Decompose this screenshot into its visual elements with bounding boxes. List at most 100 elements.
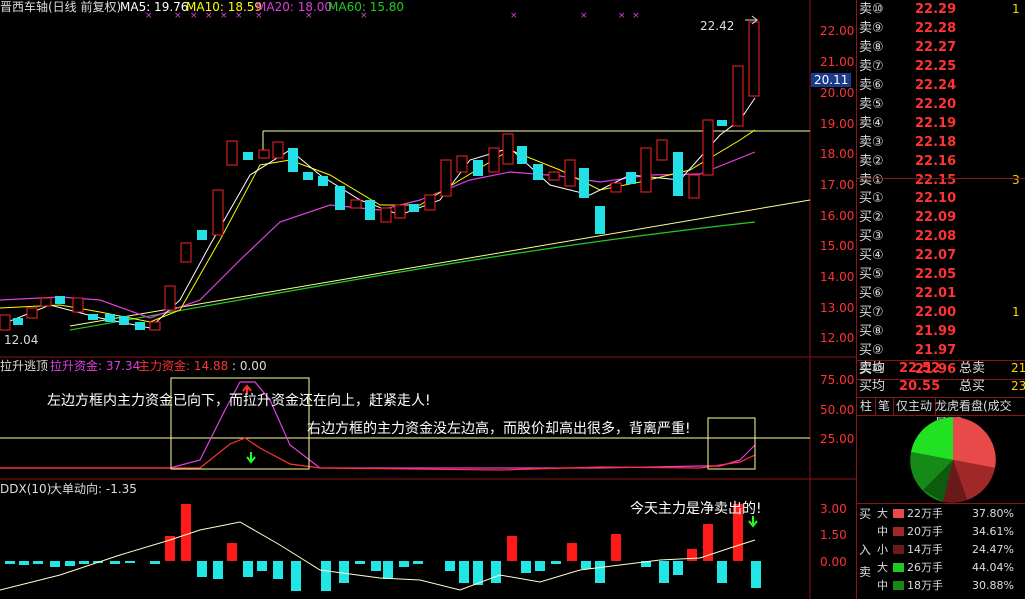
ddx-bar — [150, 561, 160, 564]
ddx-bar — [79, 561, 89, 564]
level-price: 22.01 — [915, 286, 957, 301]
big-order-label: 大单动向: -1.35 — [50, 482, 137, 496]
price-tick: 21.00 — [820, 55, 855, 69]
level-price: 22.08 — [915, 229, 957, 244]
ddx-bar — [125, 561, 135, 563]
ddx-bar — [611, 534, 621, 561]
flow-amount: 26万手 — [907, 561, 943, 574]
buy-level-row[interactable]: 买⑧ 21.99 — [857, 322, 1025, 341]
price-tick: 22.00 — [820, 24, 855, 38]
ddx-bar — [473, 561, 483, 585]
tab-dragon-tiger[interactable]: 龙虎看盘(成交量/成 — [932, 398, 1025, 430]
level-label: 卖⑦ — [859, 59, 884, 74]
level-label: 买⑤ — [859, 267, 884, 282]
level-price: 22.09 — [915, 210, 957, 225]
tab-pen[interactable]: 笔 — [875, 398, 895, 415]
buy-level-row[interactable]: 买⑤ 22.05 — [857, 265, 1025, 284]
level-price: 22.15 — [915, 173, 957, 188]
total-buy-label: 总买 — [959, 379, 986, 394]
right-box — [707, 417, 756, 470]
buy-level-row[interactable]: 买⑨ 21.97 — [857, 341, 1025, 360]
candle — [13, 318, 23, 325]
ddx-bar — [181, 504, 191, 561]
buy-avg-value: 20.55 — [899, 379, 941, 394]
current-price-tag: 20.11 — [811, 73, 852, 87]
candle — [626, 172, 636, 184]
level-volume: 1 — [1012, 305, 1020, 319]
ind1-tick: 25.00 — [820, 432, 855, 446]
high-marker: 22.42 — [700, 19, 735, 33]
level-price: 22.10 — [915, 191, 957, 206]
sell-level-row[interactable]: 卖⑥ 22.24 — [857, 76, 1025, 95]
flow-swatch — [893, 581, 904, 590]
fund-flow-row: 中 18万手 30.88% — [857, 577, 1025, 594]
buy-level-row[interactable]: 买② 22.09 — [857, 208, 1025, 227]
level-price: 22.25 — [915, 59, 957, 74]
sell-avg-value: 22.52 — [899, 361, 941, 376]
buy-level-row[interactable]: 买④ 22.07 — [857, 246, 1025, 265]
level-price: 21.99 — [915, 324, 957, 339]
buy-level-row[interactable]: 买① 22.10 — [857, 189, 1025, 208]
candle — [288, 148, 298, 172]
candle — [135, 322, 145, 330]
extra-label: : 0.00 — [232, 359, 267, 373]
sell-level-row[interactable]: 卖⑤ 22.20 — [857, 95, 1025, 114]
ddx-bar — [65, 561, 75, 566]
flow-swatch — [893, 545, 904, 554]
level-price: 22.20 — [915, 97, 957, 112]
sell-level-row[interactable]: 卖③ 22.18 — [857, 133, 1025, 152]
candle — [409, 204, 419, 212]
tab-active-only[interactable]: 仅主动 — [893, 398, 937, 415]
buy-level-row[interactable]: 买③ 22.08 — [857, 227, 1025, 246]
candle — [548, 171, 560, 181]
tab-bar[interactable]: 柱 — [857, 398, 877, 415]
level-label: 买⑦ — [859, 305, 884, 320]
ddx-bar — [567, 543, 577, 561]
ddx-bar — [581, 561, 591, 569]
level-price: 22.27 — [915, 40, 957, 55]
sell-level-row[interactable]: 卖① 22.15 3 — [857, 171, 1025, 190]
sell-side-label: 卖 — [859, 565, 872, 579]
candle — [488, 147, 500, 173]
candle — [673, 152, 683, 196]
ind2-name: DDX(10) — [0, 482, 52, 496]
level-price: 22.28 — [915, 21, 957, 36]
level-label: 卖③ — [859, 135, 884, 150]
flow-amount: 22万手 — [907, 507, 943, 520]
level-price: 22.29 — [915, 2, 957, 17]
level-price: 22.24 — [915, 78, 957, 93]
flow-amount: 20万手 — [907, 525, 943, 538]
buy-avg-label: 买均 — [859, 379, 886, 394]
flow-amount: 18万手 — [907, 579, 943, 592]
candle — [456, 155, 468, 173]
sell-level-row[interactable]: 卖⑨ 22.28 — [857, 19, 1025, 38]
sell-level-row[interactable]: 卖⑧ 22.27 — [857, 38, 1025, 57]
buy-level-row[interactable]: 买⑦ 22.00 1 — [857, 303, 1025, 322]
sell-level-row[interactable]: 卖④ 22.19 — [857, 114, 1025, 133]
candle — [72, 297, 84, 313]
buy-level-row[interactable]: 买⑥ 22.01 — [857, 284, 1025, 303]
sell-avg-label: 卖均 — [859, 361, 886, 376]
price-tick: 20.00 — [820, 86, 855, 100]
ddx-bar — [459, 561, 469, 583]
ddx-bar — [445, 561, 455, 571]
sell-level-row[interactable]: 卖② 22.16 — [857, 152, 1025, 171]
ma60-line — [69, 221, 756, 331]
candle — [258, 149, 270, 159]
in-label: 入 — [859, 543, 872, 557]
chart-area[interactable]: × × × × × × × × × × × × × 晋西车轴(日线 前复权) MA5: 19.76 MA… — [0, 0, 856, 599]
flow-size: 中 — [877, 525, 888, 538]
flow-size: 大 — [877, 561, 888, 574]
price-tick: 12.00 — [820, 331, 855, 345]
level-label: 买⑨ — [859, 343, 884, 358]
total-sell-label: 总卖 — [959, 361, 986, 376]
buy-avg-row: 买均 20.55 总买 23 — [857, 377, 1025, 396]
ddx-bar — [227, 543, 237, 561]
sell-level-row[interactable]: 卖⑩ 22.29 1 — [857, 0, 1025, 19]
candle — [564, 159, 576, 187]
sell-level-row[interactable]: 卖⑦ 22.25 — [857, 57, 1025, 76]
candle — [502, 133, 514, 165]
candle — [105, 314, 115, 322]
flow-percent: 24.47% — [972, 543, 1014, 556]
candle — [212, 189, 224, 236]
